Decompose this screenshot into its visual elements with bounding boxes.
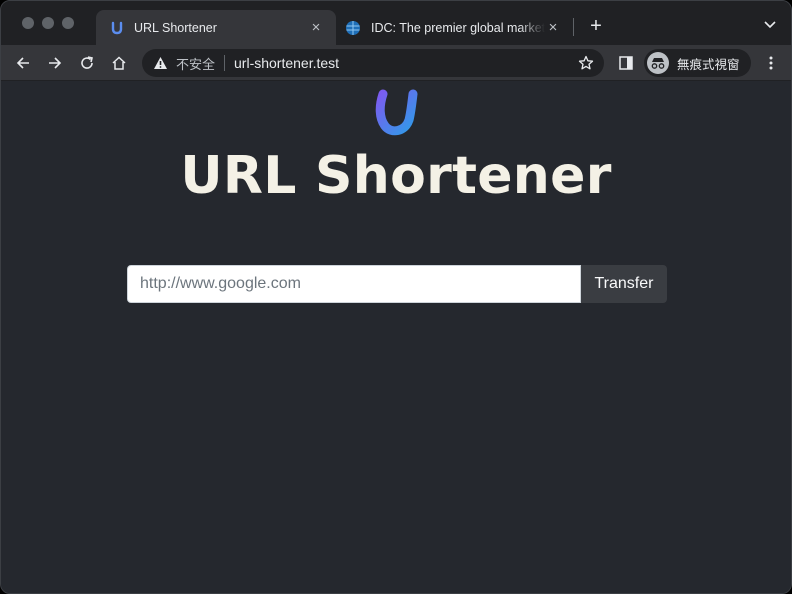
- browser-toolbar: 不安全 url-shortener.test 無痕式視窗: [1, 45, 791, 81]
- u-logo-icon: [110, 21, 124, 35]
- side-panel-icon[interactable]: [616, 53, 636, 73]
- url-input[interactable]: [127, 265, 581, 303]
- close-tab-icon[interactable]: ×: [308, 19, 324, 36]
- url-text[interactable]: url-shortener.test: [234, 55, 339, 71]
- address-bar[interactable]: 不安全 url-shortener.test: [142, 49, 604, 77]
- page-title: URL Shortener: [180, 146, 612, 206]
- transfer-button[interactable]: Transfer: [581, 265, 667, 303]
- incognito-label: 無痕式視窗: [677, 57, 740, 72]
- close-window-button[interactable]: [22, 17, 34, 29]
- shorten-form: Transfer: [127, 265, 667, 303]
- tab-idc[interactable]: IDC: The premier global market ×: [337, 10, 573, 45]
- tab-strip: URL Shortener × IDC: The premier global …: [1, 1, 791, 45]
- warning-icon[interactable]: [152, 55, 168, 71]
- tab-divider: [573, 18, 574, 36]
- incognito-indicator[interactable]: 無痕式視窗: [644, 49, 751, 77]
- tab-url-shortener[interactable]: URL Shortener ×: [96, 10, 336, 45]
- back-arrow-icon[interactable]: [13, 53, 33, 73]
- home-icon[interactable]: [109, 53, 129, 73]
- browser-window: URL Shortener × IDC: The premier global …: [0, 0, 792, 594]
- reload-icon[interactable]: [77, 53, 97, 73]
- address-divider: [224, 55, 226, 71]
- tab-title: URL Shortener: [134, 20, 217, 35]
- window-controls: [22, 17, 74, 29]
- page-content: URL Shortener Transfer: [1, 82, 791, 593]
- close-tab-icon[interactable]: ×: [545, 19, 561, 36]
- forward-arrow-icon[interactable]: [45, 53, 65, 73]
- u-logo-icon: [373, 88, 421, 138]
- more-menu-icon[interactable]: [761, 53, 781, 73]
- security-label[interactable]: 不安全: [176, 54, 215, 73]
- globe-icon: [345, 20, 361, 36]
- tab-title: IDC: The premier global market: [371, 20, 545, 35]
- bookmark-star-icon[interactable]: [578, 55, 594, 71]
- tab-search-icon[interactable]: [761, 16, 779, 34]
- incognito-icon: [647, 52, 669, 74]
- maximize-window-button[interactable]: [62, 17, 74, 29]
- new-tab-button[interactable]: +: [585, 15, 607, 37]
- minimize-window-button[interactable]: [42, 17, 54, 29]
